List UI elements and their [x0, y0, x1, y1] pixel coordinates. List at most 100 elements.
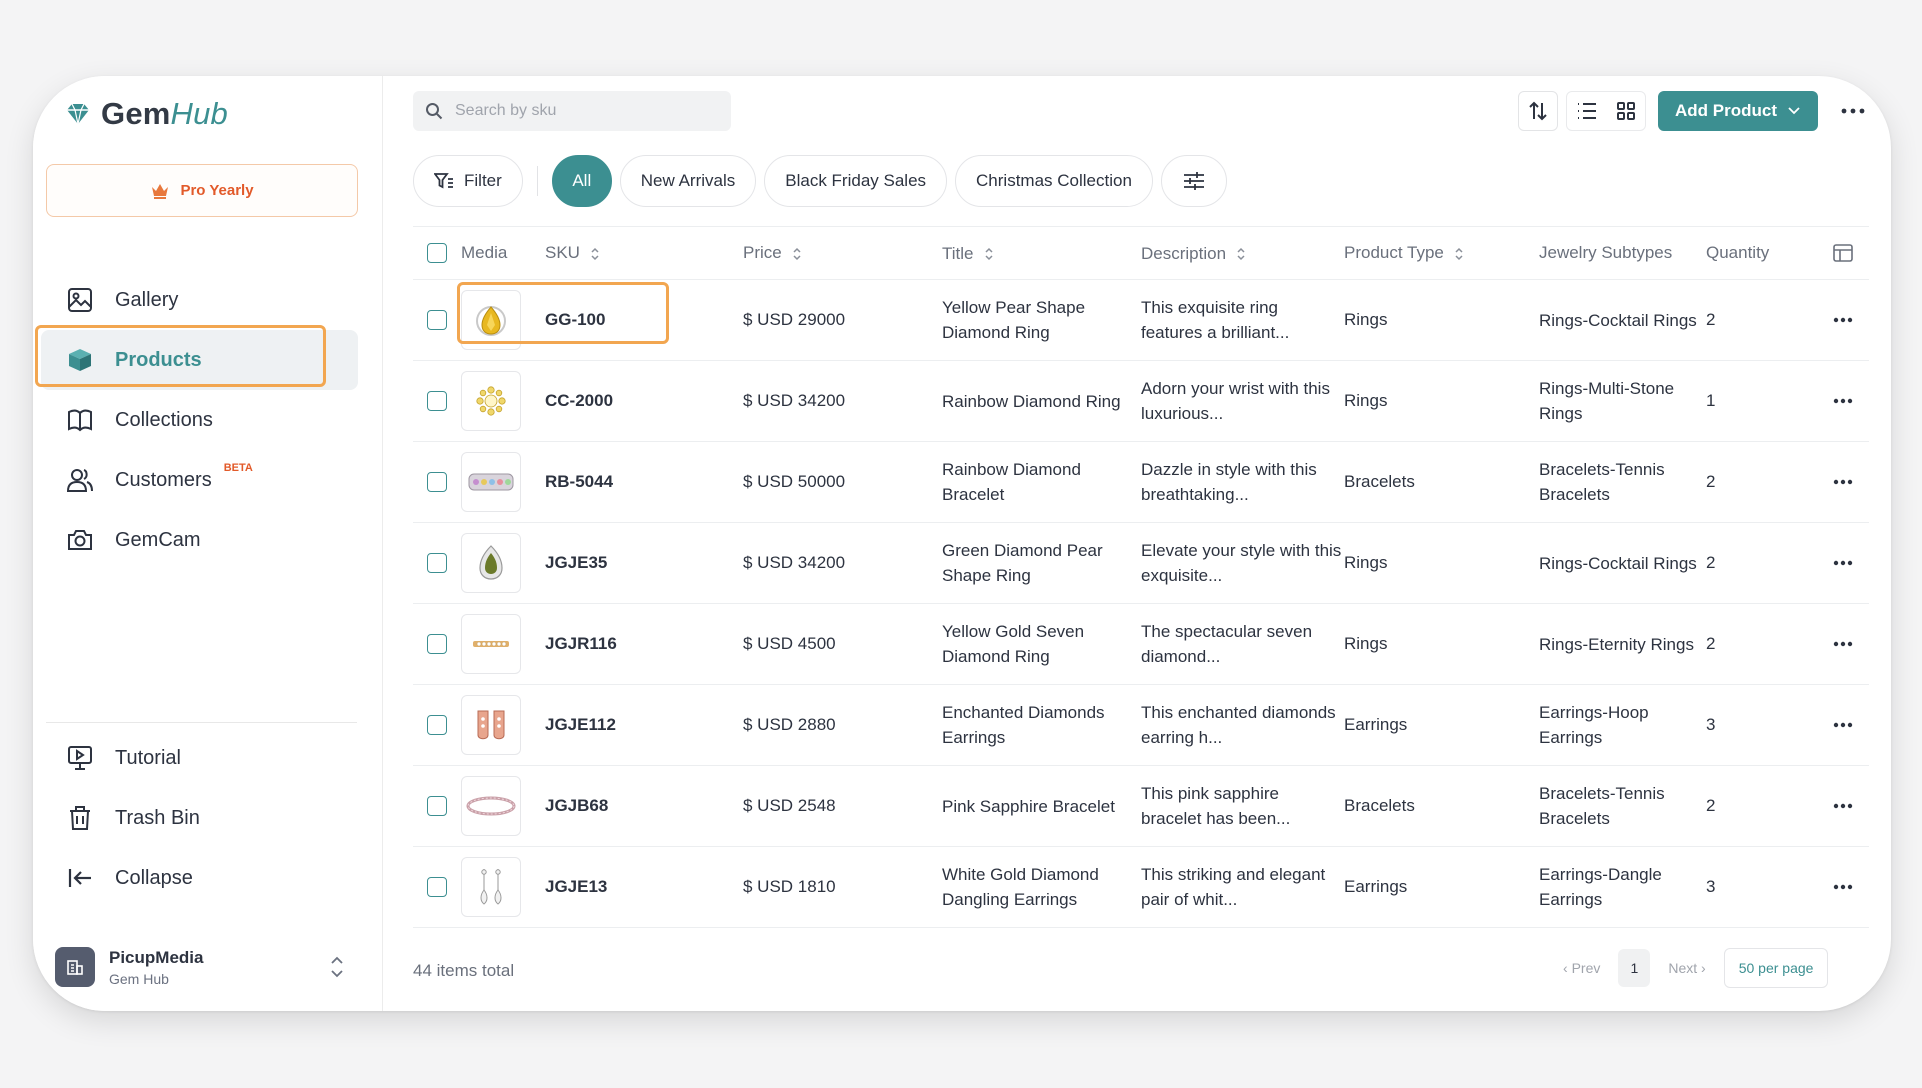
row-checkbox[interactable] [427, 877, 447, 897]
column-settings-button[interactable] [1816, 243, 1869, 263]
subtype-cell: Earrings-Hoop Earrings [1539, 703, 1649, 747]
logo[interactable]: GemHub [65, 96, 228, 132]
filter-button[interactable]: Filter [413, 155, 523, 207]
account-switcher[interactable]: PicupMedia Gem Hub [55, 942, 355, 992]
nav-item-tutorial[interactable]: Tutorial [33, 728, 383, 788]
select-all-checkbox[interactable] [427, 243, 447, 263]
secondary-nav: Tutorial Trash Bin Collapse [33, 728, 383, 908]
col-sku[interactable]: SKU [545, 243, 743, 263]
chip-new-arrivals[interactable]: New Arrivals [619, 155, 757, 207]
nav-item-collections[interactable]: Collections [33, 390, 383, 450]
table-row[interactable]: JGJE112 $ USD 2880 Enchanted Diamonds Ea… [413, 685, 1869, 766]
nav-item-trash[interactable]: Trash Bin [33, 788, 383, 848]
title-cell: Yellow Pear Shape Diamond Ring [942, 298, 1086, 342]
account-name: PicupMedia [109, 947, 204, 967]
next-page-button[interactable]: Next › [1668, 960, 1705, 976]
sort-button[interactable] [1518, 91, 1558, 131]
price-cell: $ USD 4500 [743, 634, 836, 653]
col-price[interactable]: Price [743, 243, 942, 263]
col-description[interactable]: Description [1141, 241, 1344, 266]
nav-item-gemcam[interactable]: GemCam [33, 510, 383, 570]
col-title[interactable]: Title [942, 241, 1141, 266]
filter-settings-button[interactable] [1160, 155, 1227, 207]
product-thumbnail[interactable] [461, 776, 521, 836]
row-checkbox[interactable] [427, 391, 447, 411]
row-actions-button[interactable] [1816, 317, 1869, 323]
nav-label: Customers [115, 468, 212, 491]
row-checkbox[interactable] [427, 310, 447, 330]
beta-badge: BETA [223, 462, 253, 474]
row-checkbox[interactable] [427, 796, 447, 816]
nav-item-collapse[interactable]: Collapse [33, 848, 383, 908]
price-cell: $ USD 2880 [743, 715, 836, 734]
more-horizontal-icon [1841, 108, 1865, 114]
product-thumbnail[interactable] [461, 695, 521, 755]
search-bar[interactable] [413, 91, 731, 131]
nav-item-customers[interactable]: Customers BETA [33, 450, 383, 510]
row-checkbox[interactable] [427, 472, 447, 492]
row-checkbox[interactable] [427, 553, 447, 573]
row-actions-button[interactable] [1816, 398, 1869, 404]
product-thumbnail[interactable] [461, 857, 521, 917]
description-cell: This enchanted diamonds earring h... [1141, 703, 1336, 747]
nav-item-gallery[interactable]: Gallery [33, 270, 383, 330]
per-page-select[interactable]: 50 per page [1723, 948, 1829, 988]
sort-icon [984, 247, 993, 261]
table-row[interactable]: CC-2000 $ USD 34200 Rainbow Diamond Ring… [413, 361, 1869, 442]
row-checkbox[interactable] [427, 715, 447, 735]
subtype-cell: Bracelets-Tennis Bracelets [1539, 460, 1665, 504]
table-row[interactable]: RB-5044 $ USD 50000 Rainbow Diamond Brac… [413, 442, 1869, 523]
table-row[interactable]: JGJB68 $ USD 2548 Pink Sapphire Bracelet… [413, 766, 1869, 847]
row-actions-button[interactable] [1816, 803, 1869, 809]
row-actions-button[interactable] [1816, 884, 1869, 890]
subtype-cell: Earrings-Dangle Earrings [1539, 865, 1662, 909]
camera-icon [68, 530, 92, 550]
sort-icon [591, 247, 599, 260]
table-row[interactable]: JGJE13 $ USD 1810 White Gold Diamond Dan… [413, 847, 1869, 928]
row-actions-button[interactable] [1816, 722, 1869, 728]
page-number-button[interactable]: 1 [1618, 949, 1651, 987]
type-cell: Bracelets [1344, 472, 1415, 491]
list-view-button[interactable] [1567, 101, 1606, 121]
title-cell: Rainbow Diamond Ring [942, 391, 1121, 411]
product-thumbnail[interactable] [461, 614, 521, 674]
type-cell: Earrings [1344, 715, 1408, 734]
more-options-button[interactable] [1833, 91, 1873, 131]
more-horizontal-icon [1833, 317, 1852, 323]
subtype-cell: Bracelets-Tennis Bracelets [1539, 784, 1665, 828]
chip-black-friday[interactable]: Black Friday Sales [764, 155, 948, 207]
row-actions-button[interactable] [1816, 479, 1869, 485]
pro-plan-button[interactable]: Pro Yearly [46, 164, 358, 217]
chip-christmas[interactable]: Christmas Collection [955, 155, 1153, 207]
row-actions-button[interactable] [1816, 560, 1869, 566]
search-input[interactable] [455, 102, 705, 120]
add-product-button[interactable]: Add Product [1658, 91, 1818, 131]
row-actions-button[interactable] [1816, 641, 1869, 647]
chip-all[interactable]: All [551, 155, 612, 207]
col-product-type[interactable]: Product Type [1344, 243, 1539, 263]
product-thumbnail[interactable] [461, 371, 521, 431]
plan-label: Pro Yearly [180, 182, 254, 199]
price-cell: $ USD 34200 [743, 391, 846, 410]
row-checkbox[interactable] [427, 634, 447, 654]
crown-icon [152, 183, 169, 199]
price-cell: $ USD 1810 [743, 877, 836, 896]
table-row[interactable]: JGJR116 $ USD 4500 Yellow Gold Seven Dia… [413, 604, 1869, 685]
nav-item-products[interactable]: Products [35, 325, 358, 390]
table-row[interactable]: JGJE35 $ USD 34200 Green Diamond Pear Sh… [413, 523, 1869, 604]
prev-page-button[interactable]: ‹ Prev [1563, 960, 1600, 976]
more-horizontal-icon [1833, 641, 1852, 647]
building-icon [67, 960, 83, 975]
view-toggle [1566, 91, 1646, 131]
table-row[interactable]: GG-100 $ USD 29000 Yellow Pear Shape Dia… [413, 280, 1869, 361]
filter-label: Filter [464, 171, 502, 190]
product-thumbnail[interactable] [461, 290, 521, 350]
sku-text: JGJE13 [545, 877, 608, 896]
description-cell: Adorn your wrist with this luxurious... [1141, 379, 1330, 423]
search-icon [426, 103, 443, 120]
product-thumbnail[interactable] [461, 452, 521, 512]
col-subtypes: Jewelry Subtypes [1539, 243, 1673, 262]
grid-view-button[interactable] [1606, 101, 1645, 121]
type-cell: Earrings [1344, 877, 1408, 896]
product-thumbnail[interactable] [461, 533, 521, 593]
